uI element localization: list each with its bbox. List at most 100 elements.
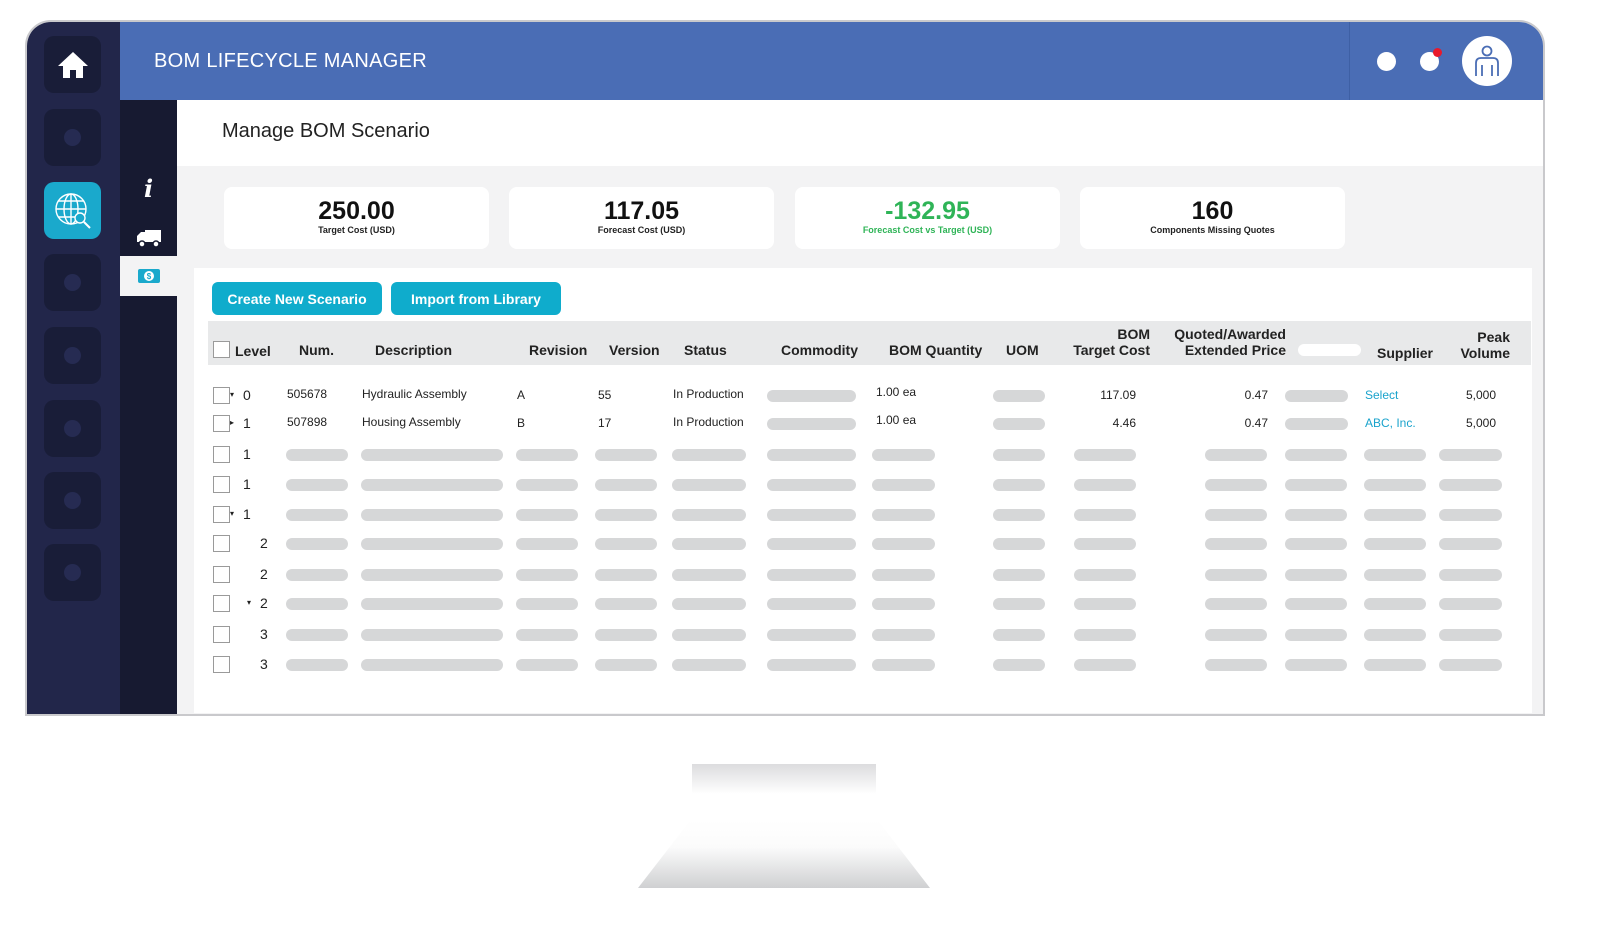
col-revision[interactable]: Revision [529, 342, 587, 358]
select-all-checkbox[interactable] [213, 341, 230, 358]
row-checkbox[interactable] [213, 476, 230, 493]
dot-icon [64, 129, 81, 146]
col-description[interactable]: Description [375, 342, 452, 358]
table-row[interactable]: ▾ 1 [194, 500, 1532, 530]
cell-placeholder [672, 629, 746, 641]
create-new-scenario-button[interactable]: Create New Scenario [212, 282, 382, 315]
cost-button[interactable]: $ [120, 256, 177, 296]
cell-placeholder [361, 509, 503, 521]
table-row[interactable]: 3 [194, 650, 1532, 680]
rail-item-4[interactable] [44, 254, 101, 311]
cell-placeholder [1285, 598, 1347, 610]
table-row[interactable]: 2 [194, 560, 1532, 590]
kpi-label: Forecast Cost (USD) [597, 225, 686, 235]
col-commodity[interactable]: Commodity [781, 342, 858, 358]
cell-placeholder [595, 479, 657, 491]
table-row[interactable]: ▾ 0 505678 Hydraulic Assembly A 55 In Producti… [194, 381, 1532, 411]
rail-item-8[interactable] [44, 544, 101, 601]
import-from-library-button[interactable]: Import from Library [391, 282, 561, 315]
col-peak-volume[interactable]: Peak Volume [1438, 329, 1510, 361]
col-extended-price[interactable]: Quoted/Awarded Extended Price [1158, 326, 1286, 358]
expand-caret-icon[interactable]: ▸ [230, 418, 234, 427]
rail-item-6[interactable] [44, 400, 101, 457]
cell-placeholder [1205, 509, 1267, 521]
monitor-frame: BOM LIFECYCLE MANAGER i $ Manage BOM Sce… [25, 20, 1545, 716]
cell-placeholder [516, 538, 578, 550]
cell-placeholder [1285, 479, 1347, 491]
row-checkbox[interactable] [213, 626, 230, 643]
cell-placeholder [1074, 449, 1136, 461]
cell-placeholder [872, 629, 935, 641]
rail-home-button[interactable] [44, 36, 101, 93]
col-bom-quantity[interactable]: BOM Quantity [889, 342, 982, 358]
dot-icon [64, 347, 81, 364]
cell-placeholder [672, 598, 746, 610]
col-bom-target-cost[interactable]: BOM Target Cost [1058, 326, 1150, 358]
cell-placeholder [595, 629, 657, 641]
row-checkbox[interactable] [213, 415, 230, 432]
cell-description: Housing Assembly [362, 415, 461, 429]
notification-icon[interactable] [1377, 52, 1396, 71]
rail-item-2[interactable] [44, 109, 101, 166]
shipping-button[interactable] [120, 218, 177, 258]
info-button[interactable]: i [120, 168, 177, 208]
row-checkbox[interactable] [213, 535, 230, 552]
collapse-caret-icon[interactable]: ▾ [230, 509, 234, 518]
cell-target-cost: 117.09 [1100, 388, 1136, 402]
row-checkbox[interactable] [213, 566, 230, 583]
row-checkbox[interactable] [213, 506, 230, 523]
table-row[interactable]: ▾ 2 [194, 589, 1532, 619]
row-checkbox[interactable] [213, 387, 230, 404]
rail-item-5[interactable] [44, 327, 101, 384]
dot-icon [64, 274, 81, 291]
col-uom[interactable]: UOM [1006, 342, 1039, 358]
svg-text:$: $ [146, 272, 151, 281]
table-header: Level Num. Description Revision Version … [208, 321, 1531, 365]
cell-placeholder [1364, 659, 1426, 671]
cell-placeholder [595, 598, 657, 610]
row-checkbox[interactable] [213, 656, 230, 673]
col-level[interactable]: Level [235, 343, 271, 359]
table-row[interactable]: 3 [194, 620, 1532, 650]
cell-status: In Production [673, 415, 744, 429]
cell-placeholder [1439, 629, 1502, 641]
info-icon: i [143, 173, 154, 203]
rail-item-7[interactable] [44, 472, 101, 529]
table-row[interactable]: 1 [194, 440, 1532, 470]
row-checkbox[interactable] [213, 595, 230, 612]
user-avatar[interactable] [1462, 36, 1512, 86]
col-version[interactable]: Version [609, 342, 660, 358]
cell-level: 1 [243, 476, 251, 492]
table-row[interactable]: ▸ 1 507898 Housing Assembly B 17 In Production… [194, 409, 1532, 439]
kpi-value: -132.95 [885, 197, 970, 225]
cell-placeholder [767, 569, 856, 581]
primary-nav-rail [27, 22, 120, 714]
table-row[interactable]: 2 [194, 529, 1532, 559]
rail-global-search-button[interactable] [44, 182, 101, 239]
collapse-caret-icon[interactable]: ▾ [247, 598, 251, 607]
cell-placeholder [1205, 569, 1267, 581]
col-status[interactable]: Status [684, 342, 727, 358]
cell-placeholder [872, 479, 935, 491]
table-row[interactable]: 1 [194, 470, 1532, 500]
truck-icon [136, 230, 161, 248]
collapse-caret-icon[interactable]: ▾ [230, 390, 234, 399]
user-avatar-icon [1475, 45, 1499, 76]
cell-placeholder [286, 598, 348, 610]
cell-placeholder [516, 598, 578, 610]
col-num[interactable]: Num. [299, 342, 334, 358]
cell-supplier-link[interactable]: Select [1365, 388, 1398, 402]
cell-placeholder [516, 479, 578, 491]
dot-icon [64, 420, 81, 437]
cell-placeholder [361, 449, 503, 461]
cell-supplier-link[interactable]: ABC, Inc. [1365, 416, 1416, 430]
cell-placeholder [595, 449, 657, 461]
cell-level: 3 [260, 626, 268, 642]
col-supplier[interactable]: Supplier [1377, 345, 1433, 361]
cell-placeholder [361, 538, 503, 550]
cell-placeholder [1364, 449, 1426, 461]
row-checkbox[interactable] [213, 446, 230, 463]
cell-placeholder [516, 659, 578, 671]
cell-placeholder [872, 569, 935, 581]
cell-placeholder [672, 509, 746, 521]
